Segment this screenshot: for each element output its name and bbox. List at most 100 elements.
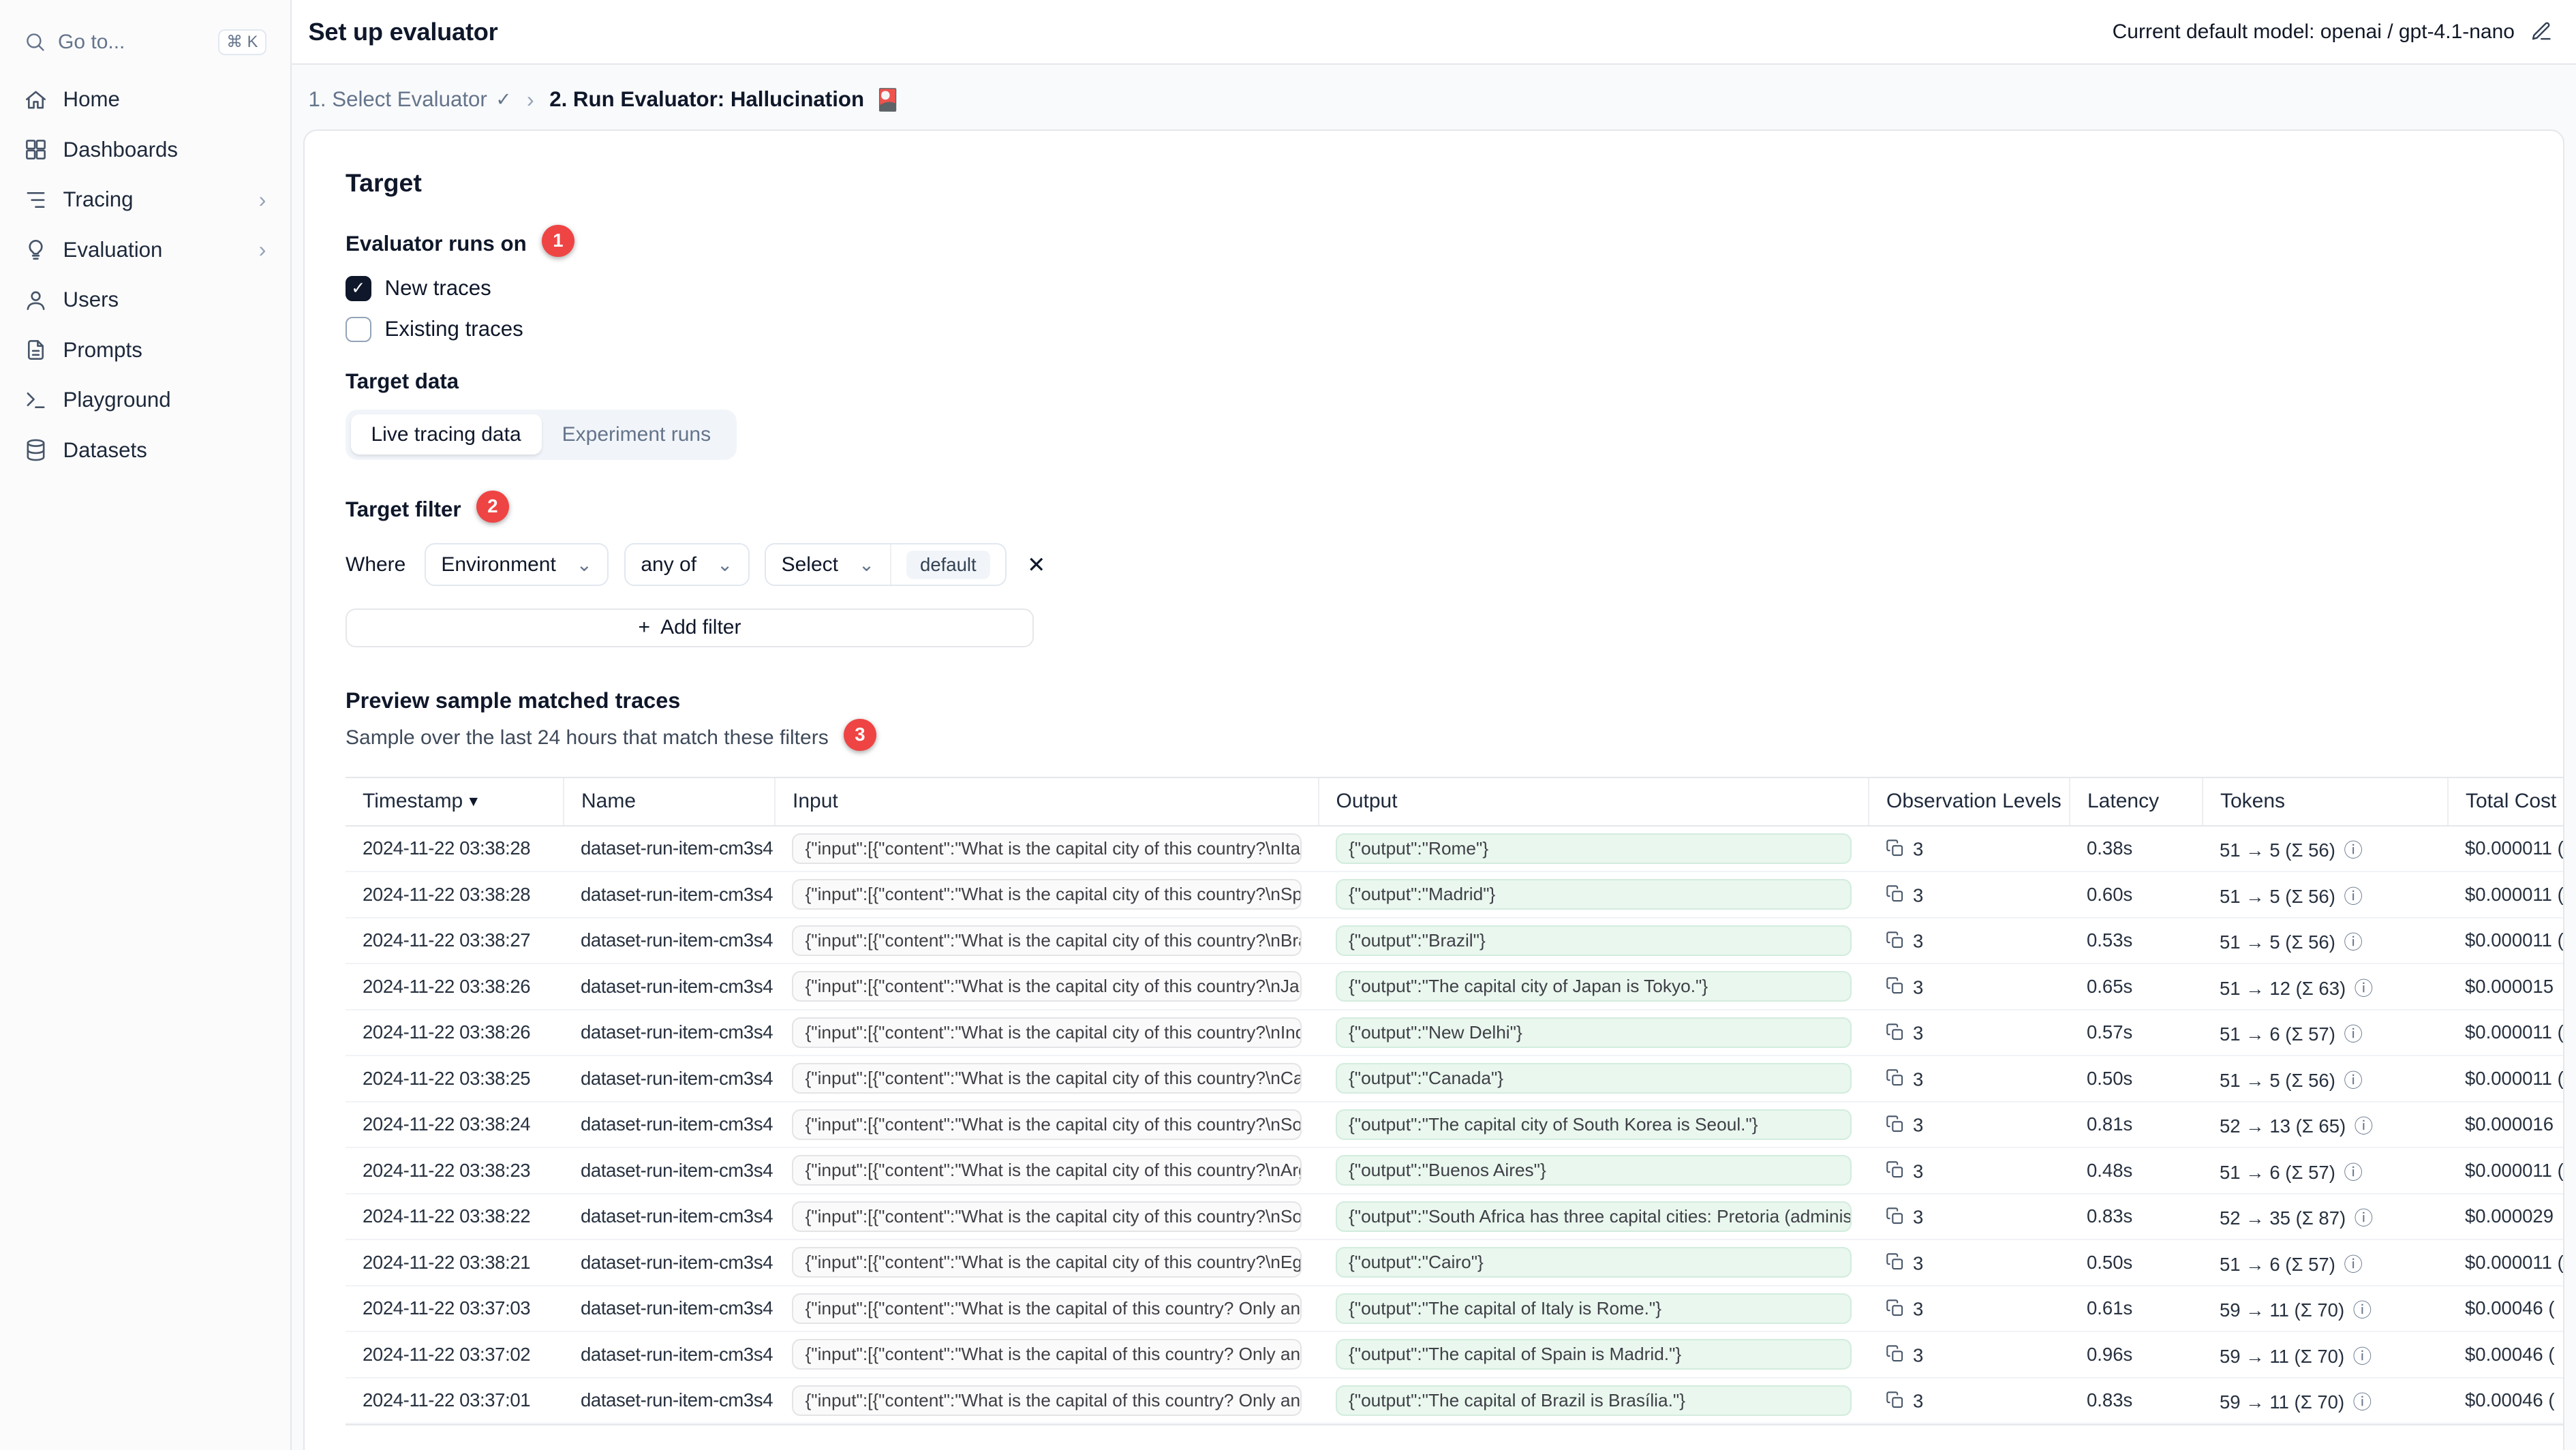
topbar: Set up evaluator Current default model: … bbox=[292, 0, 2576, 65]
info-icon: ⓘ bbox=[2355, 1115, 2374, 1137]
preview-heading: Preview sample matched traces bbox=[346, 688, 2522, 713]
column-header-total-cost[interactable]: Total Cost bbox=[2448, 778, 2563, 826]
chevron-right-icon: › bbox=[259, 189, 266, 211]
trace-table-row[interactable]: 2024-11-22 03:38:22dataset-run-item-cm3s… bbox=[346, 1194, 2563, 1240]
filter-column-select[interactable]: Environment ⌄ bbox=[425, 543, 609, 586]
trace-table-row[interactable]: 2024-11-22 03:38:26dataset-run-item-cm3s… bbox=[346, 1010, 2563, 1056]
annotation-badge-3: 3 bbox=[844, 719, 876, 752]
cell-timestamp: 2024-11-22 03:38:28 bbox=[346, 871, 564, 918]
add-filter-button[interactable]: + Add filter bbox=[346, 608, 1034, 648]
column-header-latency[interactable]: Latency bbox=[2070, 778, 2203, 826]
cell-latency: 0.81s bbox=[2070, 1102, 2203, 1148]
sidebar-item-dashboards[interactable]: Dashboards bbox=[14, 127, 277, 172]
filter-operator-select[interactable]: any of ⌄ bbox=[624, 543, 750, 586]
filter-value-trigger[interactable]: Select ⌄ bbox=[766, 544, 891, 585]
users-icon bbox=[24, 288, 48, 312]
cell-tokens: 52 → 13 (Σ 65)ⓘ bbox=[2203, 1102, 2448, 1148]
cell-latency: 0.65s bbox=[2070, 963, 2203, 1010]
input-json-value: {"input":[{"content":"What is the capita… bbox=[792, 925, 1302, 956]
trace-table-row[interactable]: 2024-11-22 03:38:23dataset-run-item-cm3s… bbox=[346, 1147, 2563, 1194]
main-area: Set up evaluator Current default model: … bbox=[292, 0, 2576, 1450]
cell-output: {"output":"Madrid"} bbox=[1319, 871, 1869, 918]
cell-tokens: 51 → 5 (Σ 56)ⓘ bbox=[2203, 826, 2448, 872]
trace-table-row[interactable]: 2024-11-22 03:38:28dataset-run-item-cm3s… bbox=[346, 871, 2563, 918]
filter-value-chip: default bbox=[906, 551, 990, 579]
cell-tokens: 59 → 11 (Σ 70)ⓘ bbox=[2203, 1331, 2448, 1378]
input-json-value: {"input":[{"content":"What is the capita… bbox=[792, 1155, 1302, 1186]
cell-tokens: 51 → 5 (Σ 56)ⓘ bbox=[2203, 918, 2448, 964]
output-json-value: {"output":"The capital city of Japan is … bbox=[1336, 971, 1852, 1002]
filter-value-select[interactable]: Select ⌄ default bbox=[765, 543, 1007, 586]
info-icon: ⓘ bbox=[2353, 1391, 2372, 1413]
input-json-value: {"input":[{"content":"What is the capita… bbox=[792, 1339, 1302, 1370]
table-header-row: Timestamp▼ Name Input Output Observation… bbox=[346, 778, 2563, 826]
evaluator-emoji: 🎴 bbox=[874, 87, 901, 112]
sidebar-item-datasets[interactable]: Datasets bbox=[14, 428, 277, 473]
cell-tokens: 51 → 5 (Σ 56)ⓘ bbox=[2203, 1055, 2448, 1102]
trace-table-row[interactable]: 2024-11-22 03:38:27dataset-run-item-cm3s… bbox=[346, 918, 2563, 964]
existing-traces-option[interactable]: Existing traces bbox=[346, 317, 2522, 343]
sidebar-item-tracing[interactable]: Tracing› bbox=[14, 177, 277, 222]
edit-model-icon[interactable] bbox=[2530, 20, 2553, 43]
goto-label: Go to... bbox=[58, 31, 125, 54]
cell-input: {"input":[{"content":"What is the capita… bbox=[775, 1102, 1319, 1148]
goto-search[interactable]: Go to... ⌘ K bbox=[14, 20, 277, 63]
cell-name: dataset-run-item-cm3s4 bbox=[564, 1286, 775, 1332]
cell-latency: 0.48s bbox=[2070, 1147, 2203, 1194]
sidebar-item-evaluation[interactable]: Evaluation› bbox=[14, 228, 277, 273]
observation-levels-icon bbox=[1886, 839, 1905, 863]
filter-column-value: Environment bbox=[441, 553, 555, 576]
cell-input: {"input":[{"content":"What is the capita… bbox=[775, 826, 1319, 872]
tokens-value: 51 → 5 (Σ 56) bbox=[2220, 931, 2335, 953]
column-header-observation-levels[interactable]: Observation Levels bbox=[1869, 778, 2070, 826]
trace-table-row[interactable]: 2024-11-22 03:38:24dataset-run-item-cm3s… bbox=[346, 1102, 2563, 1148]
playground-icon bbox=[24, 388, 48, 412]
sidebar-item-home[interactable]: Home bbox=[14, 77, 277, 122]
column-header-tokens[interactable]: Tokens bbox=[2203, 778, 2448, 826]
cell-name: dataset-run-item-cm3s4 bbox=[564, 963, 775, 1010]
cell-input: {"input":[{"content":"What is the capita… bbox=[775, 1010, 1319, 1056]
input-json-value: {"input":[{"content":"What is the capita… bbox=[792, 1385, 1302, 1416]
existing-traces-checkbox[interactable] bbox=[346, 317, 371, 343]
sidebar-item-prompts[interactable]: Prompts bbox=[14, 328, 277, 373]
column-header-timestamp[interactable]: Timestamp▼ bbox=[346, 778, 564, 826]
trace-table-row[interactable]: 2024-11-22 03:37:03dataset-run-item-cm3s… bbox=[346, 1286, 2563, 1332]
new-traces-checkbox[interactable]: ✓ bbox=[346, 276, 371, 302]
tab-live-tracing-data[interactable]: Live tracing data bbox=[351, 414, 542, 454]
cell-name: dataset-run-item-cm3s4 bbox=[564, 1147, 775, 1194]
observation-levels-count: 3 bbox=[1913, 1115, 1923, 1136]
step-select-evaluator[interactable]: 1. Select Evaluator ✓ bbox=[309, 87, 512, 112]
column-header-name[interactable]: Name bbox=[564, 778, 775, 826]
sidebar-item-playground[interactable]: Playground bbox=[14, 377, 277, 422]
column-header-input[interactable]: Input bbox=[775, 778, 1319, 826]
observation-levels-count: 3 bbox=[1913, 1207, 1923, 1228]
observation-levels-count: 3 bbox=[1913, 1391, 1923, 1412]
trace-table-row[interactable]: 2024-11-22 03:37:02dataset-run-item-cm3s… bbox=[346, 1331, 2563, 1378]
info-icon: ⓘ bbox=[2344, 886, 2363, 907]
input-json-value: {"input":[{"content":"What is the capita… bbox=[792, 1247, 1302, 1278]
cell-timestamp: 2024-11-22 03:38:26 bbox=[346, 963, 564, 1010]
cell-timestamp: 2024-11-22 03:38:28 bbox=[346, 826, 564, 872]
remove-filter-button[interactable]: ✕ bbox=[1027, 552, 1045, 578]
cell-name: dataset-run-item-cm3s4 bbox=[564, 1194, 775, 1240]
new-traces-option[interactable]: ✓ New traces bbox=[346, 276, 2522, 302]
tokens-value: 59 → 11 (Σ 70) bbox=[2220, 1299, 2344, 1321]
breadcrumb: 1. Select Evaluator ✓ › 2. Run Evaluator… bbox=[292, 65, 2576, 129]
cell-timestamp: 2024-11-22 03:38:22 bbox=[346, 1194, 564, 1240]
cell-observation-levels: 3 bbox=[1869, 1331, 2070, 1378]
trace-table-container: Timestamp▼ Name Input Output Observation… bbox=[346, 777, 2563, 1426]
trace-table-row[interactable]: 2024-11-22 03:38:26dataset-run-item-cm3s… bbox=[346, 963, 2563, 1010]
observation-levels-icon bbox=[1886, 1344, 1905, 1368]
sidebar-item-users[interactable]: Users bbox=[14, 277, 277, 322]
observation-levels-count: 3 bbox=[1913, 976, 1923, 998]
tab-experiment-runs[interactable]: Experiment runs bbox=[542, 414, 731, 454]
trace-table-row[interactable]: 2024-11-22 03:38:28dataset-run-item-cm3s… bbox=[346, 826, 2563, 872]
trace-table-row[interactable]: 2024-11-22 03:38:21dataset-run-item-cm3s… bbox=[346, 1239, 2563, 1286]
trace-table-row[interactable]: 2024-11-22 03:38:25dataset-run-item-cm3s… bbox=[346, 1055, 2563, 1102]
cell-timestamp: 2024-11-22 03:37:02 bbox=[346, 1331, 564, 1378]
output-json-value: {"output":"New Delhi"} bbox=[1336, 1017, 1852, 1048]
observation-levels-count: 3 bbox=[1913, 1023, 1923, 1044]
column-header-output[interactable]: Output bbox=[1319, 778, 1869, 826]
cell-timestamp: 2024-11-22 03:38:26 bbox=[346, 1010, 564, 1056]
trace-table-row[interactable]: 2024-11-22 03:37:01dataset-run-item-cm3s… bbox=[346, 1378, 2563, 1424]
